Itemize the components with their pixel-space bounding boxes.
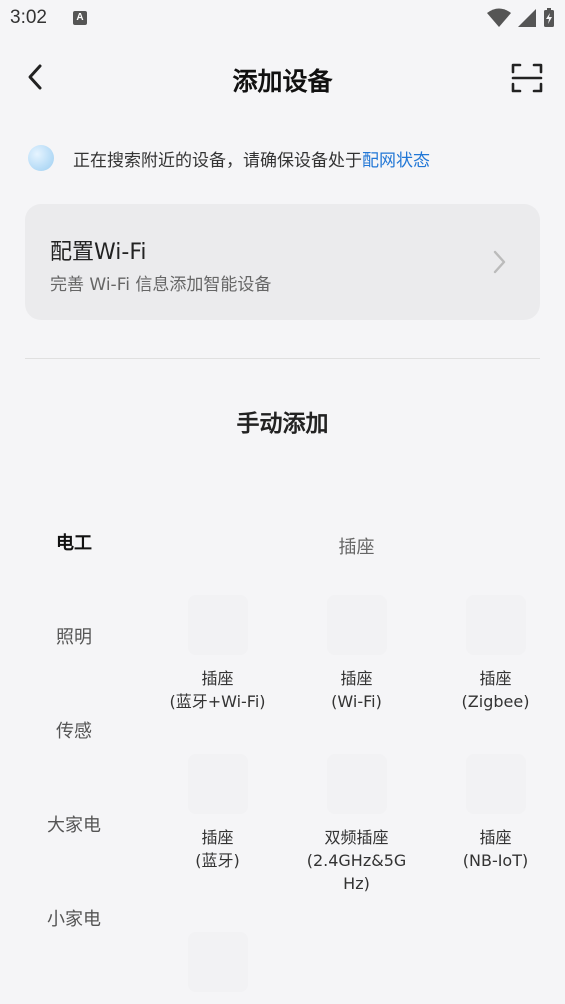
chevron-right-icon (488, 248, 510, 276)
search-status: 正在搜索附近的设备，请确保设备处于 配网状态 (28, 143, 430, 173)
category-small-appliances[interactable]: 小家电 (0, 905, 148, 931)
device-socket-ble-wifi[interactable]: 插座 (蓝牙+Wi-Fi) (148, 595, 287, 713)
category-large-appliances[interactable]: 大家电 (0, 811, 148, 837)
status-bar: 3:02 A (0, 0, 565, 38)
device-dual-band-socket[interactable]: 双频插座 (2.4GHz&5G Hz) (287, 754, 426, 895)
page-title: 添加设备 (232, 67, 333, 96)
socket-device-icon (326, 754, 387, 814)
status-time: 3:02 (10, 7, 47, 28)
battery-charging-icon (544, 8, 554, 27)
socket-device-icon (187, 754, 248, 814)
group-title: 插座 (338, 537, 375, 558)
category-lighting[interactable]: 照明 (0, 623, 148, 649)
radar-search-icon (28, 145, 54, 171)
device-label: 插座 (Wi-Fi) (331, 669, 382, 711)
device-partial[interactable] (148, 932, 287, 992)
configure-wifi-card[interactable]: 配置Wi-Fi 完善 Wi-Fi 信息添加智能设备 (25, 204, 540, 320)
socket-device-icon (465, 595, 526, 655)
device-label: 插座 (蓝牙+Wi-Fi) (169, 669, 266, 711)
device-socket-zigbee[interactable]: 插座 (Zigbee) (426, 595, 565, 713)
device-label: 插座 (蓝牙) (195, 828, 240, 870)
notification-app-icon: A (73, 11, 87, 25)
wifi-card-title: 配置Wi-Fi (50, 240, 147, 265)
device-socket-nb-iot[interactable]: 插座 (NB-IoT) (426, 754, 565, 872)
manual-add-title: 手动添加 (236, 411, 329, 437)
device-label: 插座 (Zigbee) (461, 669, 530, 711)
status-icons (487, 8, 555, 28)
scan-icon (511, 63, 543, 93)
socket-device-icon (465, 754, 526, 814)
category-electrical[interactable]: 电工 (0, 529, 148, 555)
device-label: 双频插座 (2.4GHz&5G Hz) (306, 828, 407, 893)
device-socket-wifi[interactable]: 插座 (Wi-Fi) (287, 595, 426, 713)
socket-device-icon (187, 932, 248, 992)
pairing-mode-link[interactable]: 配网状态 (362, 146, 430, 171)
wifi-signal-icon (487, 8, 511, 27)
device-label: 插座 (NB-IoT) (462, 828, 529, 870)
socket-device-icon (326, 595, 387, 655)
cell-signal-icon (518, 9, 536, 27)
category-sensors[interactable]: 传感 (0, 717, 148, 743)
wifi-card-subtitle: 完善 Wi-Fi 信息添加智能设备 (50, 275, 272, 295)
device-socket-ble[interactable]: 插座 (蓝牙) (148, 754, 287, 872)
socket-device-icon (187, 595, 248, 655)
scan-button[interactable] (509, 60, 545, 96)
divider (25, 358, 540, 359)
header: 添加设备 (0, 50, 565, 106)
search-status-text: 正在搜索附近的设备，请确保设备处于 (73, 150, 362, 171)
